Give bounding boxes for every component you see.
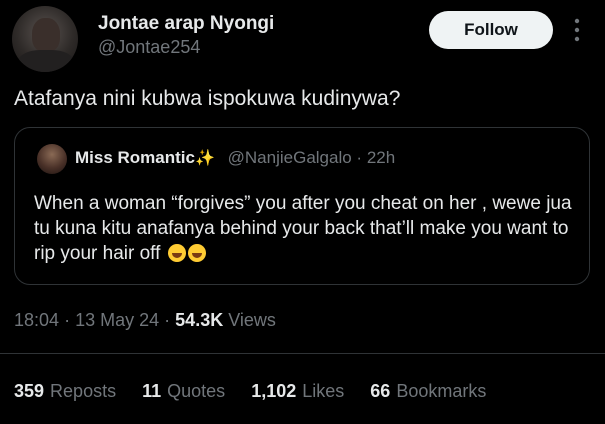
quoted-separator: ·	[356, 148, 363, 167]
tweet-meta: 18:04 · 13 May 24 · 54.3K Views	[14, 310, 276, 331]
quoted-tweet-text: When a woman “forgives” you after you ch…	[34, 193, 572, 264]
stat-count: 66	[370, 381, 391, 401]
quoted-tweet-text-block: When a woman “forgives” you after you ch…	[34, 191, 574, 266]
views-label: Views	[228, 310, 276, 330]
tweet-time[interactable]: 18:04	[14, 310, 59, 330]
avatar-face	[32, 18, 60, 52]
stat-label: Reposts	[50, 381, 117, 401]
quoted-tweet-card[interactable]: Miss Romantic✨ @NanjieGalgalo · 22h When…	[14, 127, 590, 285]
stat-label: Quotes	[167, 381, 226, 401]
quoted-tweet-header: Miss Romantic✨ @NanjieGalgalo · 22h	[75, 148, 395, 168]
stat-count: 11	[142, 381, 162, 401]
stat-count: 359	[14, 381, 45, 401]
views-count: 54.3K	[175, 310, 224, 330]
quoted-author-name: Miss Romantic	[75, 148, 195, 167]
stat-bookmarks[interactable]: 66 Bookmarks	[370, 381, 486, 402]
stat-count: 1,102	[251, 381, 297, 401]
stat-likes[interactable]: 1,102 Likes	[251, 381, 344, 402]
meta-separator: ·	[64, 310, 71, 330]
quoted-author-avatar	[37, 144, 67, 174]
quoted-timestamp: 22h	[366, 148, 396, 167]
author-handle[interactable]: @Jontae254	[98, 37, 200, 58]
meta-separator: ·	[164, 310, 171, 330]
author-display-name[interactable]: Jontae arap Nyongi	[98, 13, 274, 35]
avatar-shoulders	[18, 50, 74, 72]
stat-label: Likes	[302, 381, 345, 401]
tweet-text: Atafanya nini kubwa ispokuwa kudinywa?	[14, 87, 401, 110]
grinning-sweat-face-icon	[167, 244, 186, 262]
sparkles-icon: ✨	[194, 150, 215, 167]
engagement-stats: 359 Reposts 11 Quotes 1,102 Likes 66 Bookmar…	[14, 381, 507, 402]
quoted-author-handle: @NanjieGalgalo	[227, 148, 352, 167]
more-vertical-icon[interactable]	[570, 16, 584, 44]
follow-button[interactable]: Follow	[429, 11, 553, 49]
stat-label: Bookmarks	[396, 381, 487, 401]
stat-quotes[interactable]: 11 Quotes	[142, 381, 225, 402]
author-avatar[interactable]	[12, 6, 78, 72]
divider	[0, 353, 605, 354]
stat-reposts[interactable]: 359 Reposts	[14, 381, 116, 402]
grinning-sweat-face-icon	[187, 244, 206, 262]
tweet-date[interactable]: 13 May 24	[75, 310, 159, 330]
